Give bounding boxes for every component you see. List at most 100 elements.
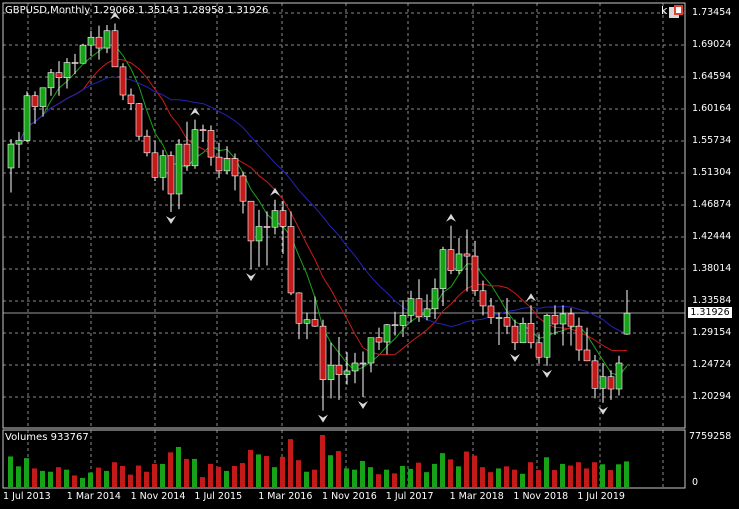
candle (495, 312, 503, 345)
candle-body (223, 158, 231, 172)
candle (559, 305, 567, 346)
candle-body (95, 36, 103, 49)
candle-body (359, 362, 367, 365)
time-tick-label: 1 Nov 2016 (322, 491, 377, 502)
candle-body (575, 325, 583, 351)
price-tick-label: 1.73454 (692, 7, 732, 18)
main-frame (2, 2, 686, 429)
candle-body (311, 319, 319, 327)
volume-bar (328, 455, 333, 487)
candle (519, 317, 527, 344)
candle-body (183, 143, 191, 167)
volume-bar (144, 471, 149, 487)
candle (415, 279, 423, 322)
volume-bar (536, 470, 541, 487)
candle-body (607, 376, 615, 390)
candle (367, 337, 375, 373)
candle-body (559, 313, 567, 325)
candle (127, 88, 135, 111)
candle (271, 199, 279, 235)
moving-averages (10, 44, 628, 377)
candle (111, 23, 119, 68)
candle (503, 297, 511, 335)
volume-bar (520, 473, 525, 487)
candle (87, 30, 95, 57)
candle (207, 125, 215, 166)
candle (351, 352, 359, 384)
candle-body (479, 290, 487, 307)
price-tick-label: 1.20294 (692, 391, 732, 402)
candle-body (319, 325, 327, 380)
candle (423, 294, 431, 321)
candle (103, 24, 111, 54)
candle-body (239, 175, 247, 202)
volume-bar (568, 465, 573, 487)
volume-bar (88, 472, 93, 487)
fractal-up-arrow (270, 187, 280, 196)
current-price-label: 1.31926 (688, 306, 732, 318)
volume-bar (104, 470, 109, 487)
candle (327, 342, 335, 399)
volume-bar (184, 458, 189, 487)
candle-body (503, 317, 511, 327)
candle-body (271, 210, 279, 228)
volume-bar (376, 474, 381, 487)
candle-body (199, 129, 207, 131)
candle-body (471, 255, 479, 292)
fractal-down-arrow (510, 354, 520, 363)
candle (167, 151, 175, 213)
candle (615, 355, 623, 396)
chart-frame (2, 2, 686, 489)
volume-bar (472, 455, 477, 487)
candle (79, 43, 87, 64)
candle-body (551, 315, 559, 325)
price-tick-label: 1.46874 (692, 199, 732, 210)
volume-bar (296, 460, 301, 487)
chart-window[interactable]: GBPUSD,Monthly 1.29068 1.35143 1.28958 1… (0, 0, 739, 509)
trade-panel-icon[interactable] (668, 4, 684, 20)
candle-body (383, 324, 391, 343)
fractal-arrows (110, 11, 608, 423)
candle (439, 246, 447, 306)
volume-bar (80, 477, 85, 487)
price-tick-label: 1.55734 (692, 135, 732, 146)
volume-bar (584, 468, 589, 487)
candle-body (287, 226, 295, 294)
candle (119, 63, 127, 101)
price-tick-label: 1.33584 (692, 295, 732, 306)
volume-tick-label: 7759258 (689, 431, 732, 442)
time-tick-label: 1 Jul 2019 (577, 491, 625, 502)
chart-canvas[interactable] (0, 0, 739, 509)
candle-body (111, 30, 119, 68)
candle-body (247, 200, 255, 242)
candle-body (447, 249, 455, 271)
candle-body (63, 62, 71, 78)
candle (359, 351, 367, 397)
candle-body (47, 72, 55, 89)
candle-body (87, 36, 95, 46)
time-tick-label: 1 Mar 2018 (449, 491, 504, 502)
volume-bar (152, 463, 157, 487)
candle (31, 91, 39, 124)
volume-bar (416, 462, 421, 487)
candle (447, 225, 455, 275)
volume-bar (56, 467, 61, 487)
candle-body (599, 376, 607, 389)
volume-bar (488, 472, 493, 487)
candle-body (463, 253, 471, 257)
volume-bar (32, 468, 37, 487)
candle (63, 58, 71, 89)
candle-body (71, 62, 79, 64)
candle-body (303, 319, 311, 324)
one-click-toggle[interactable]: k (661, 4, 667, 17)
candle-body (591, 360, 599, 389)
candle (143, 129, 151, 157)
volume-bars (8, 435, 629, 487)
fractal-down-arrow (318, 414, 328, 423)
volume-bar (320, 435, 325, 487)
ma-fast-line (10, 44, 628, 377)
candle (287, 211, 295, 296)
volume-bar (40, 470, 45, 487)
candle (407, 290, 415, 323)
volume-bar (264, 456, 269, 487)
